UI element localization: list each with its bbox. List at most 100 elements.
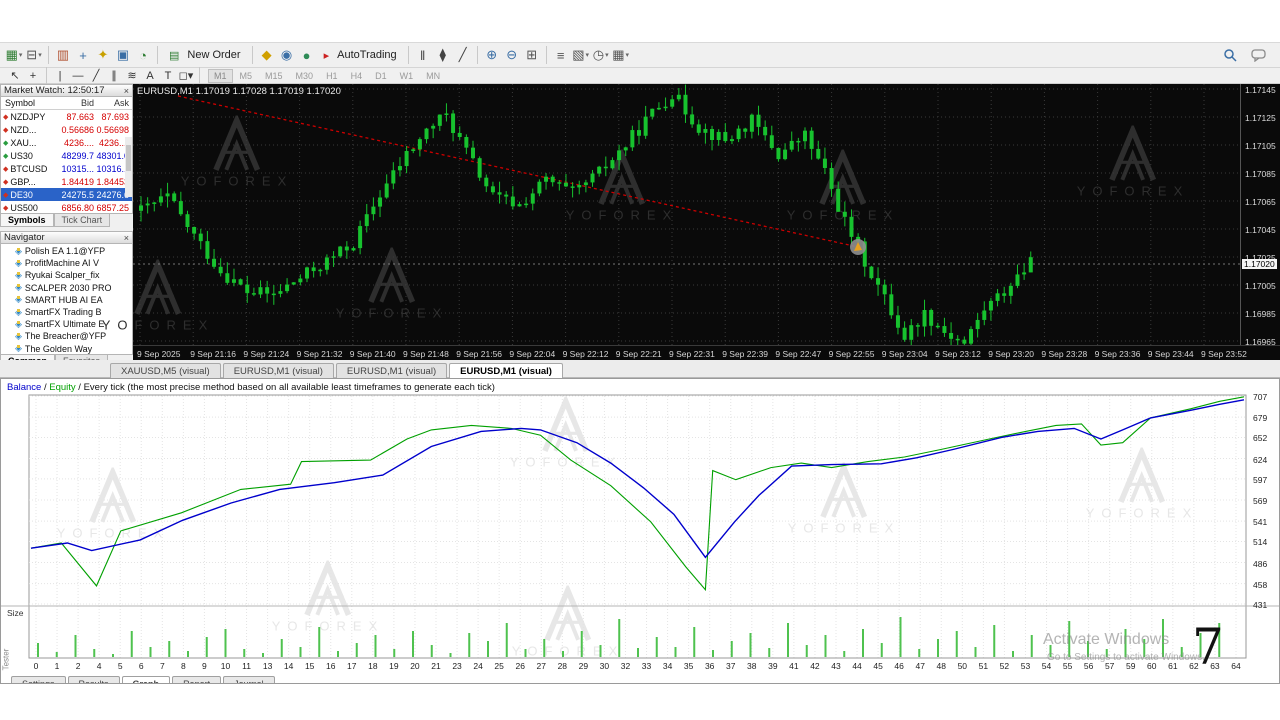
timeframe-button-h1[interactable]: H1 bbox=[320, 69, 344, 83]
vertical-line-icon[interactable]: | bbox=[52, 69, 68, 83]
chart-tab[interactable]: EURUSD,M1 (visual) bbox=[222, 363, 334, 378]
market-watch-row[interactable]: ◆ US30 48299.7 48301.0 bbox=[1, 149, 132, 162]
zoom-in-icon[interactable]: ⊕ bbox=[483, 45, 501, 65]
up-arrow-icon: ◆ bbox=[3, 139, 9, 147]
market-watch-scrollbar[interactable] bbox=[125, 137, 132, 197]
zoom-out-icon[interactable]: ⊖ bbox=[503, 45, 521, 65]
market-watch-row[interactable]: ◆ GBP... 1.84419 1.84453 bbox=[1, 175, 132, 188]
navigator-icon[interactable]: ✦ bbox=[94, 45, 112, 65]
tester-panel[interactable]: YOFOREX YOFOREX YOFOREX YOFOREX YOFOREX YOFOR… bbox=[0, 378, 1280, 684]
scripts-icon[interactable]: ◉ bbox=[278, 45, 296, 65]
timeframe-button-m15[interactable]: M15 bbox=[259, 69, 289, 83]
dropdown-caret-icon[interactable]: ▾ bbox=[586, 51, 590, 59]
line-chart-icon[interactable]: ╱ bbox=[454, 45, 472, 65]
new-chart-icon[interactable]: ▦ ▾ bbox=[5, 45, 23, 65]
arrange-icon[interactable]: ▦ ▾ bbox=[612, 45, 630, 65]
candlestick-chart[interactable] bbox=[133, 84, 1240, 345]
strategy-tester-icon[interactable]: ◔ bbox=[134, 45, 152, 65]
expert-advisor-icon: ◈ bbox=[15, 245, 22, 256]
navigator-item[interactable]: ◈ SCALPER 2030 PRO bbox=[1, 282, 132, 294]
time-axis: 9 Sep 2025 9 Sep 21:16 9 Sep 21:24 9 Sep 21… bbox=[133, 345, 1280, 360]
tester-tab-settings[interactable]: Settings bbox=[11, 676, 66, 683]
market-watch-row[interactable]: ◆ DE30 24275.5 24276.6 bbox=[1, 188, 132, 201]
terminal-icon[interactable]: ▣ bbox=[114, 45, 132, 65]
navigator-item[interactable]: ◈ The Breacher@YFP bbox=[1, 330, 132, 342]
tab-tick-chart[interactable]: Tick Chart bbox=[53, 214, 111, 227]
tester-x-label: 37 bbox=[726, 661, 736, 671]
timeframe-button-h4[interactable]: H4 bbox=[345, 69, 369, 83]
dropdown-caret-icon[interactable]: ▾ bbox=[19, 51, 23, 59]
news-icon[interactable]: ● bbox=[298, 45, 316, 65]
bar-chart-icon[interactable]: ‖ bbox=[414, 45, 432, 65]
horizontal-line-icon[interactable]: — bbox=[70, 69, 86, 83]
timeframe-button-w1[interactable]: W1 bbox=[394, 69, 420, 83]
autotrading-icon[interactable]: ▸ AutoTrading bbox=[318, 45, 403, 65]
tester-x-label: 14 bbox=[283, 661, 294, 671]
market-watch-row[interactable]: ◆ NZD... 0.56686 0.56698 bbox=[1, 123, 132, 136]
candlestick-icon[interactable]: ⧫ bbox=[434, 45, 452, 65]
tester-tab-results[interactable]: Results bbox=[67, 676, 120, 683]
timeframe-button-m1[interactable]: M1 bbox=[208, 68, 233, 83]
close-icon[interactable]: × bbox=[124, 86, 129, 96]
chat-icon[interactable] bbox=[1249, 45, 1267, 65]
dropdown-caret-icon[interactable]: ▾ bbox=[38, 51, 42, 59]
expert-advisors-icon[interactable]: ◆ bbox=[258, 45, 276, 65]
chart-tab[interactable]: EURUSD,M1 (visual) bbox=[335, 363, 448, 378]
timeframe-button-m5[interactable]: M5 bbox=[234, 69, 259, 83]
dropdown-caret-icon[interactable]: ▾ bbox=[188, 70, 194, 82]
tester-tab-report[interactable]: Report bbox=[172, 676, 222, 683]
cursor-icon[interactable]: ↖ bbox=[7, 69, 23, 83]
market-watch-row[interactable]: ◆ NZDJPY 87.663 87.693 bbox=[1, 110, 132, 123]
new-order-icon[interactable]: ▤ New Order bbox=[163, 45, 247, 65]
navigator-item[interactable]: ◈ SmartFX Trading B bbox=[1, 306, 132, 318]
down-arrow-icon: ◆ bbox=[3, 178, 9, 186]
navigator-item[interactable]: ◈ SMART HUB AI EA bbox=[1, 294, 132, 306]
navigator-item[interactable]: ◈ ProfitMachine AI V bbox=[1, 257, 132, 269]
expert-advisor-icon: ◈ bbox=[15, 318, 22, 329]
navigator-item[interactable]: ◈ SmartFX Ultimate E bbox=[1, 318, 132, 330]
navigator-item[interactable]: ◈ Ryukai Scalper_fix bbox=[1, 269, 132, 281]
navigator-item[interactable]: ◈ The Golden Way bbox=[1, 343, 132, 355]
tester-x-label: 13 bbox=[262, 661, 273, 671]
tester-axis-label: 514 bbox=[1253, 537, 1268, 548]
symbol-name: BTCUSD bbox=[10, 163, 48, 174]
chart-tab[interactable]: XAUUSD,M5 (visual) bbox=[110, 363, 221, 378]
profiles-icon[interactable]: ⊟ ▾ bbox=[25, 45, 43, 65]
fibonacci-icon[interactable]: ≋ bbox=[124, 69, 140, 83]
tester-x-label: 20 bbox=[410, 661, 420, 671]
price-axis-label: 1.16985 bbox=[1245, 309, 1276, 319]
market-watch-row[interactable]: ◆ BTCUSD 10315... 10316... bbox=[1, 162, 132, 175]
dropdown-caret-icon[interactable]: ▾ bbox=[626, 51, 630, 59]
navigator-item[interactable]: ◈ Polish EA 1.1@YFP bbox=[1, 245, 132, 257]
indicators-icon[interactable]: ≡ bbox=[552, 45, 570, 65]
close-icon[interactable]: × bbox=[124, 233, 129, 243]
tester-x-label: 29 bbox=[578, 661, 589, 671]
text-icon[interactable]: A bbox=[142, 69, 158, 83]
main-chart[interactable]: YOFOREXYOFOREXYOFOREXYOFOREXYOFOREXYOFOR… bbox=[102, 84, 1280, 360]
time-axis-label: 9 Sep 23:44 bbox=[1147, 349, 1194, 359]
toolbar-separator bbox=[48, 46, 49, 64]
timeframe-button-m30[interactable]: M30 bbox=[290, 69, 320, 83]
templates-icon[interactable]: ◷ ▾ bbox=[592, 45, 610, 65]
dropdown-caret-icon[interactable]: ▾ bbox=[605, 51, 609, 59]
market-watch-row[interactable]: ◆ XAU... 4236.... 4236.... bbox=[1, 136, 132, 149]
channel-icon[interactable]: ∥ bbox=[106, 69, 122, 83]
chart-tab[interactable]: EURUSD,M1 (visual) bbox=[449, 363, 563, 378]
tab-symbols[interactable]: Symbols bbox=[0, 214, 54, 227]
shapes-icon[interactable]: ◻▾ bbox=[178, 69, 194, 83]
search-icon[interactable] bbox=[1221, 45, 1239, 65]
market-watch-row[interactable]: ◆ US500 6856.80 6857.25 bbox=[1, 201, 132, 213]
data-window-icon[interactable]: + bbox=[74, 45, 92, 65]
market-watch-icon[interactable]: ▥ bbox=[54, 45, 72, 65]
periods-icon[interactable]: ▧ ▾ bbox=[572, 45, 590, 65]
timeframe-button-d1[interactable]: D1 bbox=[369, 69, 393, 83]
timeframe-button-mn[interactable]: MN bbox=[420, 69, 446, 83]
label-icon[interactable]: T bbox=[160, 69, 176, 83]
trendline-icon[interactable]: ╱ bbox=[88, 69, 104, 83]
mt4-window: ▦ ▾ ⊟ ▾ ▥ + ✦ ▣ ◔ ▤ New Order ◆ ◉ ● ▸ AutoTrading ‖ ⧫ ╱ ⊕ ⊖ ⊞… bbox=[0, 0, 1280, 720]
tile-windows-icon[interactable]: ⊞ bbox=[523, 45, 541, 65]
tester-tab-journal[interactable]: Journal bbox=[223, 676, 275, 683]
navigator-titlebar: Navigator × bbox=[0, 231, 133, 244]
tester-tab-graph[interactable]: Graph bbox=[121, 676, 171, 683]
crosshair-icon[interactable]: + bbox=[25, 69, 41, 83]
